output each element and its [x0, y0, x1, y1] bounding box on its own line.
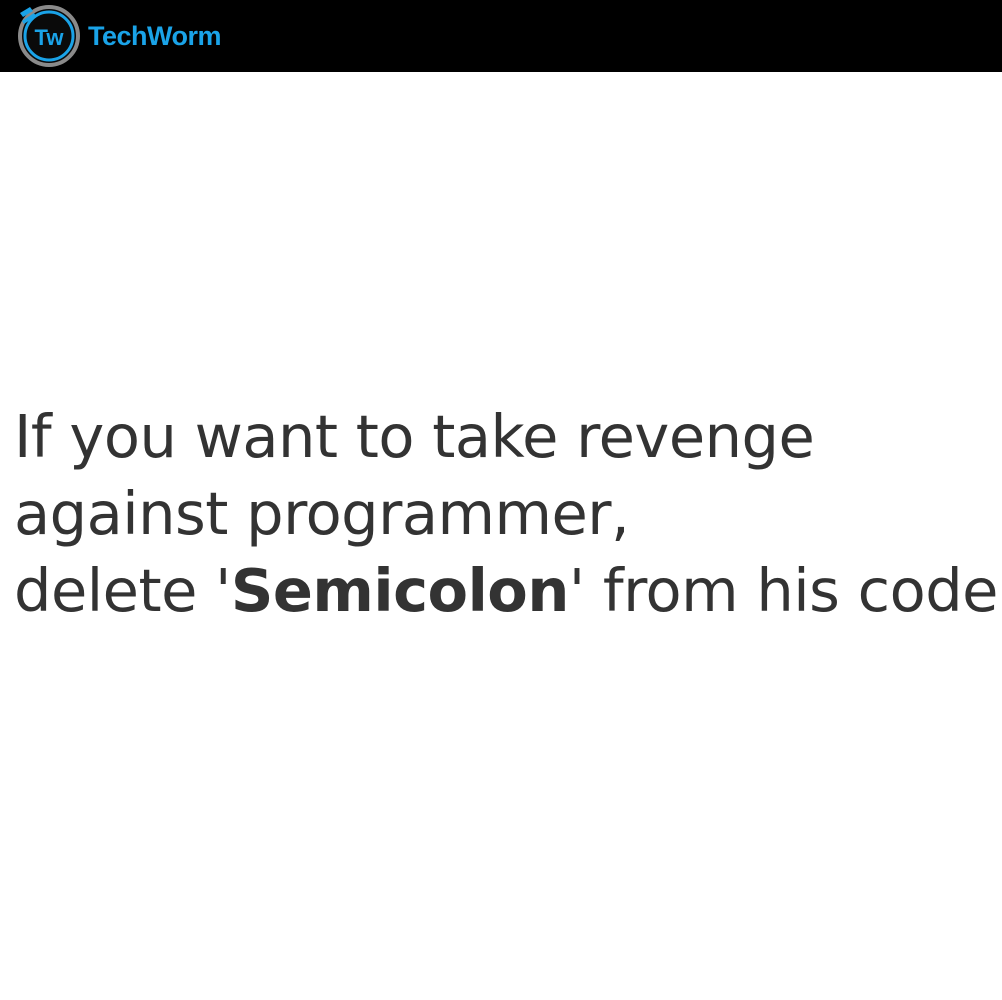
techworm-logo-icon: Tw: [18, 5, 80, 67]
quote-line-1: If you want to take revenge: [14, 402, 815, 471]
quote-text: If you want to take revenge against prog…: [14, 398, 1002, 629]
quote-line-2: against programmer,: [14, 479, 630, 548]
top-bar: Tw TechWorm: [0, 0, 1002, 72]
quote-line-3-suffix: ' from his code.: [568, 556, 1002, 625]
quote-line-3: delete 'Semicolon' from his code.: [14, 552, 1002, 629]
brand-name: TechWorm: [88, 20, 222, 51]
techworm-logo: Tw TechWorm: [16, 4, 222, 68]
logo-monogram: Tw: [35, 25, 65, 50]
quote-emphasis-word: Semicolon: [230, 556, 569, 625]
quote-line-3-prefix: delete ': [14, 556, 231, 625]
